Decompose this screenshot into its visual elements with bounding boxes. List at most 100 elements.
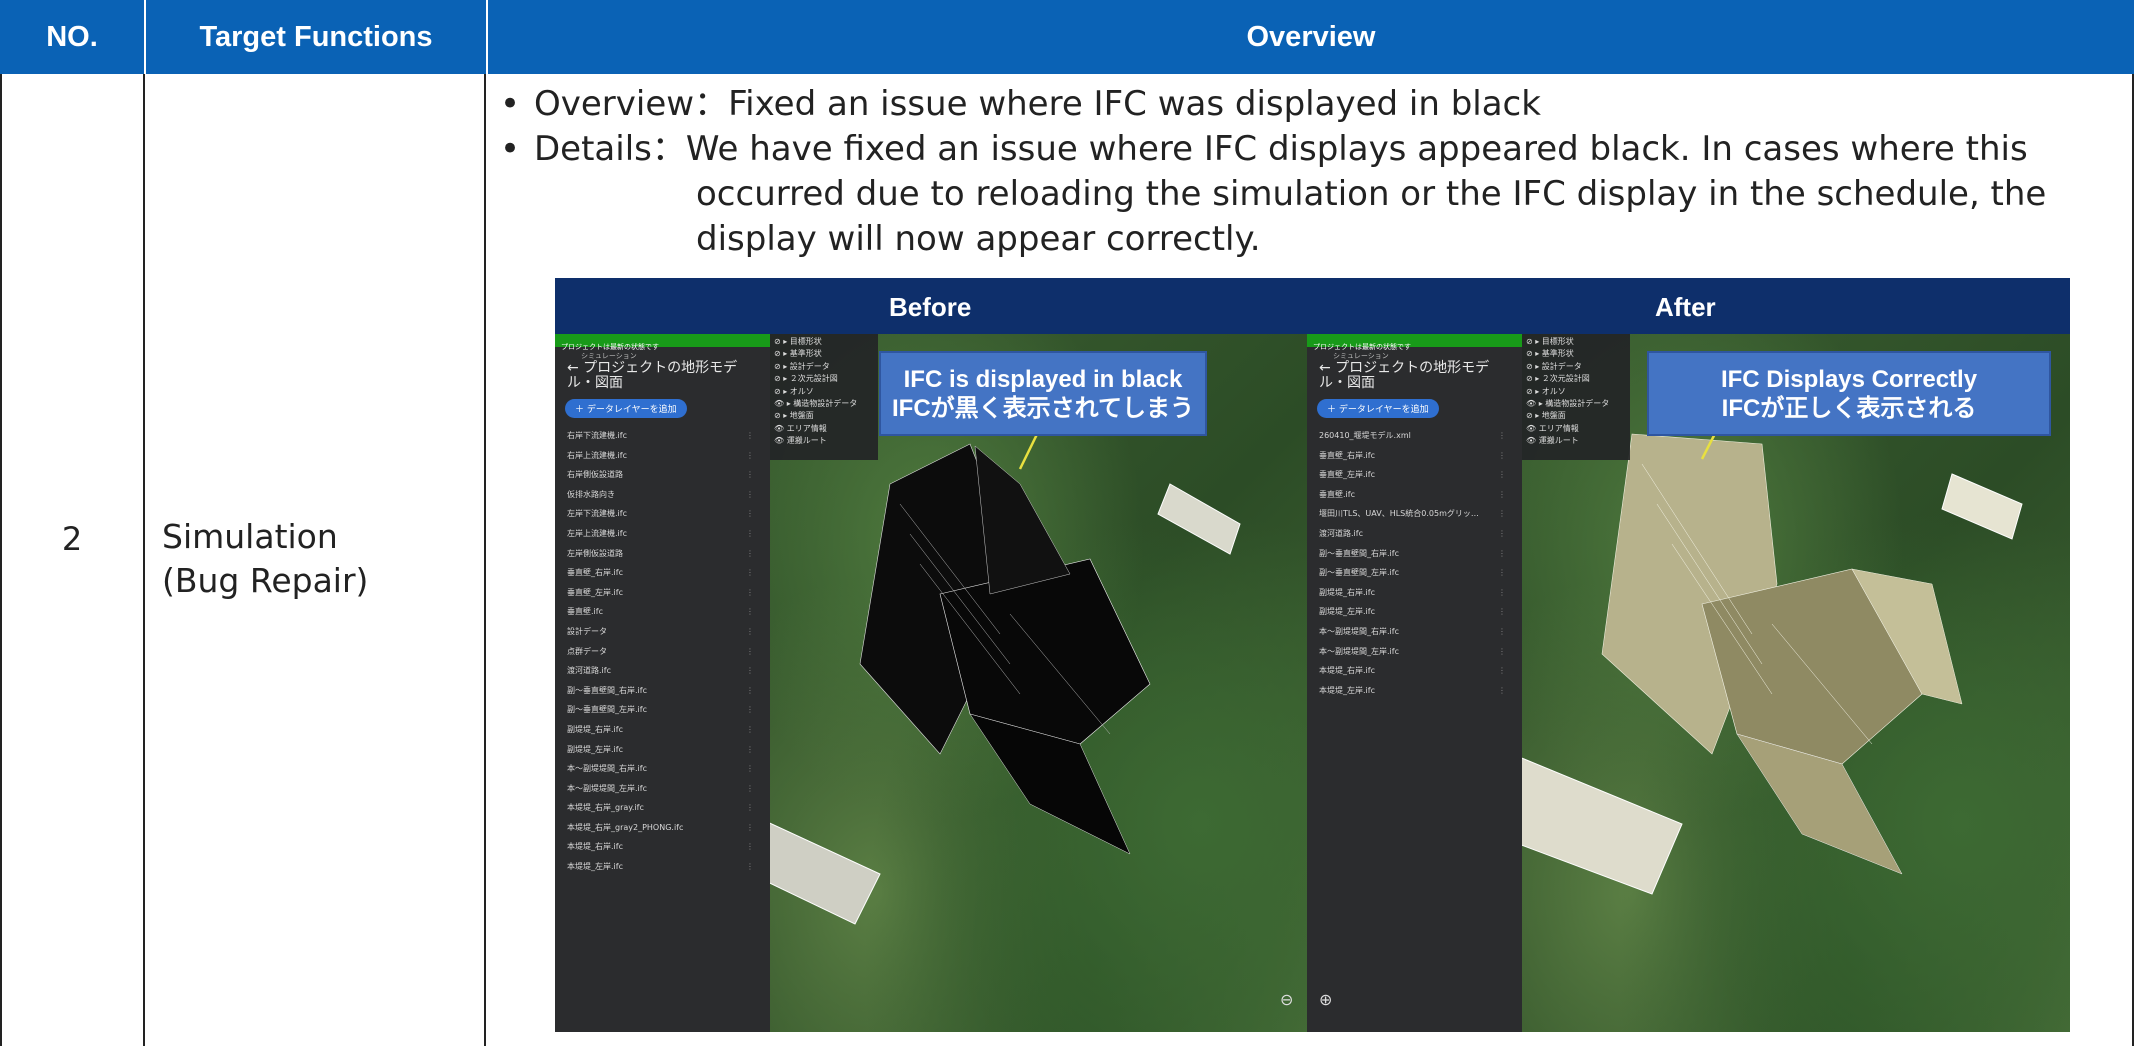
after-pane: ⊘ ▸ 目標形状 ⊘ ▸ 基準形状 ⊘ ▸ 設計データ ⊘ ▸ ２次元設計図 ⊘ ▸ オ… [1307,334,2070,1032]
after-callout: IFC Displays Correctly IFCが正しく表示される [1647,351,2051,436]
sidebar-layer-item[interactable]: 設計データ [555,622,770,642]
sidebar-layer-item[interactable]: 垂直壁_左岸.ifc [555,583,770,603]
sidebar-layer-item[interactable]: 副～垂直壁間_左岸.ifc [555,700,770,720]
layer-toggle-item[interactable]: ⊘ ▸ 基準形状 [1526,348,1626,360]
sidebar-layer-item[interactable]: 副堤堤_右岸.ifc [555,720,770,740]
function-type: (Bug Repair) [162,561,369,600]
callout-line-ja: IFCが正しく表示される [1721,395,1977,422]
notice-text: プロジェクトは最新の状態です [1313,343,1411,351]
before-pane: ⊘ ▸ 目標形状 ⊘ ▸ 基準形状 ⊘ ▸ 設計データ ⊘ ▸ ２次元設計図 ⊘ ▸ オ… [555,334,1307,1032]
after-layer-panel: ⊘ ▸ 目標形状 ⊘ ▸ 基準形状 ⊘ ▸ 設計データ ⊘ ▸ ２次元設計図 ⊘ ▸ オ… [1522,334,1630,460]
table-border-left [0,74,2,1046]
before-3d-view: ⊘ ▸ 目標形状 ⊘ ▸ 基準形状 ⊘ ▸ 設計データ ⊘ ▸ ２次元設計図 ⊘ ▸ オ… [770,334,1307,1032]
sidebar-layer-item[interactable]: 垂直壁_右岸.ifc [555,563,770,583]
bullet-details: • Details： We have fixed an issue where … [500,127,2110,172]
sidebar-layer-item[interactable]: 垂直壁.ifc [1307,485,1522,505]
layer-toggle-item[interactable]: ⊘ ▸ 目標形状 [774,336,874,348]
sidebar-title[interactable]: ← プロジェクトの地形モデル・図面 [1307,361,1522,391]
sidebar-layer-item[interactable]: 副堤堤_右岸.ifc [1307,583,1522,603]
callout-line-en: IFC Displays Correctly [1720,366,1978,393]
table-border-col1 [143,74,145,1046]
details-line-1: We have fixed an issue where IFC display… [685,129,2028,169]
layer-toggle-item[interactable]: ⊘ ▸ オルソ [774,386,874,398]
before-layer-list: 右岸下流建機.ifc右岸上流建機.ifc右岸側仮設道路仮排水路向き左岸下流建機.… [555,426,770,877]
sidebar-layer-item[interactable]: 右岸上流建機.ifc [555,446,770,466]
sidebar-layer-item[interactable]: 点群データ [555,642,770,662]
sidebar-layer-item[interactable]: 渡河道路.ifc [1307,524,1522,544]
sidebar-layer-item[interactable]: 本堤堤_右岸_gray.ifc [555,798,770,818]
sidebar-layer-item[interactable]: 右岸側仮設道路 [555,465,770,485]
layer-toggle-item[interactable]: 👁 ▸ 構造物設計データ [1526,398,1626,410]
sidebar-layer-item[interactable]: 副～垂直壁間_左岸.ifc [1307,563,1522,583]
sidebar-layer-item[interactable]: 左岸下流建機.ifc [555,504,770,524]
sidebar-layer-item[interactable]: 左岸側仮設道路 [555,544,770,564]
layer-toggle-item[interactable]: 👁 運搬ルート [1526,435,1626,447]
sidebar-layer-item[interactable]: 副堤堤_左岸.ifc [1307,602,1522,622]
figure-header: Before After [555,278,2070,334]
add-layer-button[interactable]: ＋ データレイヤーを追加 [1317,399,1439,418]
before-callout: IFC is displayed in black IFCが黒く表示されてしまう [879,351,1207,436]
before-label: Before [889,292,972,322]
details-line-3: display will now appear correctly. [696,219,1261,259]
function-name: Simulation [162,517,338,556]
layer-toggle-item[interactable]: 👁 ▸ 構造物設計データ [774,398,874,410]
notice-text: プロジェクトは最新の状態です [561,343,659,351]
zoom-out-icon[interactable]: ⊖ [1280,990,1293,1009]
sidebar-notice: プロジェクトは最新の状態です [555,334,770,351]
overview-bullets: • Overview： Fixed an issue where IFC was… [500,82,2110,262]
sidebar-layer-item[interactable]: 本堤堤_右岸.ifc [1307,661,1522,681]
sidebar-layer-item[interactable]: 垂直壁.ifc [555,602,770,622]
sidebar-layer-item[interactable]: 本～副堤堤間_右岸.ifc [555,759,770,779]
details-label: Details： [534,129,686,169]
sidebar-layer-item[interactable]: 副～垂直壁間_右岸.ifc [555,681,770,701]
layer-toggle-item[interactable]: ⊘ ▸ 地盤面 [774,410,874,422]
before-after-figure: Before After ⊘ ▸ 目標形状 ⊘ ▸ 基準形状 ⊘ ▸ 設計データ ⊘ … [555,278,2070,1032]
layer-toggle-item[interactable]: ⊘ ▸ ２次元設計図 [774,373,874,385]
after-label: After [1655,292,1716,322]
layer-toggle-item[interactable]: 👁 運搬ルート [774,435,874,447]
layer-toggle-item[interactable]: ⊘ ▸ 基準形状 [774,348,874,360]
sidebar-layer-item[interactable]: 本堤堤_右岸_gray2_PHONG.ifc [555,818,770,838]
sidebar-layer-item[interactable]: 本堤堤_右岸.ifc [555,837,770,857]
table-border-col2 [484,74,486,1046]
after-3d-view: ⊘ ▸ 目標形状 ⊘ ▸ 基準形状 ⊘ ▸ 設計データ ⊘ ▸ ２次元設計図 ⊘ ▸ オ… [1522,334,2070,1032]
sidebar-layer-item[interactable]: 副～垂直壁間_右岸.ifc [1307,544,1522,564]
header-overview: Overview [486,0,2134,74]
layer-toggle-item[interactable]: 👁 エリア情報 [1526,423,1626,435]
layer-toggle-item[interactable]: ⊘ ▸ 設計データ [1526,361,1626,373]
sidebar-layer-item[interactable]: 右岸下流建機.ifc [555,426,770,446]
sidebar-title[interactable]: ← プロジェクトの地形モデル・図面 [555,361,770,391]
header-target-functions: Target Functions [144,0,486,74]
callout-line-ja: IFCが黒く表示されてしまう [892,395,1194,422]
sidebar-layer-item[interactable]: 本～副堤堤間_左岸.ifc [555,779,770,799]
layer-toggle-item[interactable]: 👁 エリア情報 [774,423,874,435]
layer-toggle-item[interactable]: ⊘ ▸ オルソ [1526,386,1626,398]
sidebar-layer-item[interactable]: 仮排水路向き [555,485,770,505]
bullet-dot: • [500,129,521,169]
sidebar-layer-item[interactable]: 左岸上流建機.ifc [555,524,770,544]
layer-toggle-item[interactable]: ⊘ ▸ 設計データ [774,361,874,373]
sidebar-layer-item[interactable]: 堰田川TLS、UAV、HLS統合0.05mグリッ… [1307,504,1522,524]
before-layer-panel: ⊘ ▸ 目標形状 ⊘ ▸ 基準形状 ⊘ ▸ 設計データ ⊘ ▸ ２次元設計図 ⊘ ▸ オ… [770,334,878,460]
sidebar-layer-item[interactable]: 副堤堤_左岸.ifc [555,740,770,760]
add-layer-button[interactable]: ＋ データレイヤーを追加 [565,399,687,418]
sidebar-layer-item[interactable]: 本～副堤堤間_左岸.ifc [1307,642,1522,662]
sidebar-layer-item[interactable]: 260410_堰堤モデル.xml [1307,426,1522,446]
after-layer-list: 260410_堰堤モデル.xml垂直壁_右岸.ifc垂直壁_左岸.ifc垂直壁.… [1307,426,1522,700]
sidebar-layer-item[interactable]: 本堤堤_左岸.ifc [555,857,770,877]
layer-toggle-item[interactable]: ⊘ ▸ 目標形状 [1526,336,1626,348]
zoom-in-icon[interactable]: ⊕ [1319,990,1332,1009]
sidebar-layer-item[interactable]: 本堤堤_左岸.ifc [1307,681,1522,701]
sidebar-layer-item[interactable]: 本～副堤堤間_右岸.ifc [1307,622,1522,642]
header-no: NO. [0,0,144,74]
overview-text: Fixed an issue where IFC was displayed i… [728,84,1541,124]
callout-line-en: IFC is displayed in black [903,366,1183,393]
layer-toggle-item[interactable]: ⊘ ▸ 地盤面 [1526,410,1626,422]
sidebar-layer-item[interactable]: 垂直壁_右岸.ifc [1307,446,1522,466]
layer-toggle-item[interactable]: ⊘ ▸ ２次元設計図 [1526,373,1626,385]
bullet-dot: • [500,84,521,124]
sidebar-layer-item[interactable]: 垂直壁_左岸.ifc [1307,465,1522,485]
sidebar-layer-item[interactable]: 渡河道路.ifc [555,661,770,681]
row-number: 2 [61,520,83,558]
details-line-2: occurred due to reloading the simulation… [696,174,2047,214]
